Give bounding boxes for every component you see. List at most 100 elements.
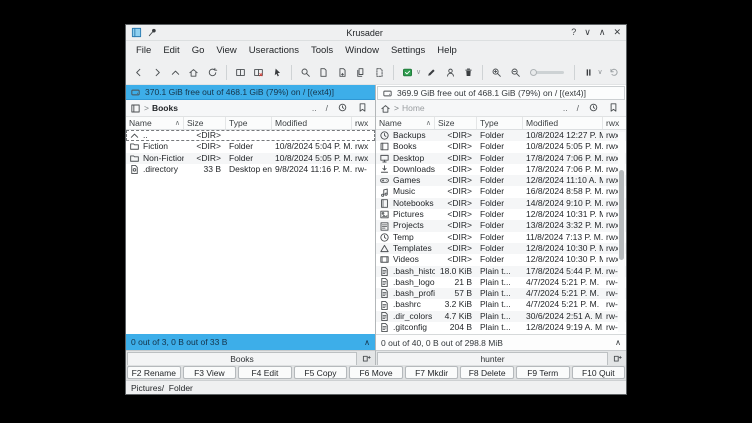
fn-key-f6[interactable]: F6 Move bbox=[349, 366, 403, 379]
column-header-type[interactable]: Type bbox=[477, 117, 523, 129]
menu-window[interactable]: Window bbox=[339, 43, 385, 58]
menu-help[interactable]: Help bbox=[431, 43, 463, 58]
fn-key-f10[interactable]: F10 Quit bbox=[572, 366, 626, 379]
right-status-bar[interactable]: 0 out of 40, 0 B out of 298.8 MiB ∧ bbox=[376, 334, 626, 350]
bookmark-button[interactable] bbox=[354, 102, 371, 115]
fn-key-f3[interactable]: F3 View bbox=[183, 366, 237, 379]
file-row[interactable]: Videos<DIR>Folder12/8/2024 10:30 P. M.rw… bbox=[376, 254, 626, 265]
refresh-button[interactable] bbox=[205, 64, 220, 81]
history-button[interactable] bbox=[585, 102, 602, 115]
fn-key-f9[interactable]: F9 Term bbox=[516, 366, 570, 379]
doc-close-button[interactable] bbox=[371, 64, 386, 81]
zoom-out-button[interactable] bbox=[508, 64, 523, 81]
doc-view-button[interactable] bbox=[316, 64, 331, 81]
scrollbar-thumb[interactable] bbox=[619, 170, 624, 260]
edit-pencil-button[interactable] bbox=[424, 64, 439, 81]
new-tab-button[interactable] bbox=[609, 352, 625, 365]
file-row[interactable]: .bash_history18.0 KiBPlain t...17/8/2024… bbox=[376, 266, 626, 277]
column-header-size[interactable]: Size bbox=[435, 117, 477, 129]
file-row[interactable]: Downloads<DIR>Folder17/8/2024 7:06 P. M.… bbox=[376, 164, 626, 175]
zoom-in-button[interactable] bbox=[489, 64, 504, 81]
user-button[interactable] bbox=[442, 64, 457, 81]
up-button[interactable] bbox=[168, 64, 183, 81]
menu-go[interactable]: Go bbox=[186, 43, 211, 58]
column-header-size[interactable]: Size bbox=[184, 117, 226, 129]
scrollbar[interactable] bbox=[618, 132, 625, 332]
menu-useractions[interactable]: Useractions bbox=[243, 43, 305, 58]
column-header-rwx[interactable]: rwx bbox=[352, 117, 375, 129]
file-row[interactable]: .dir_colors4.7 KiBPlain t...30/6/2024 2:… bbox=[376, 311, 626, 322]
file-row[interactable]: Projects<DIR>Folder13/8/2024 3:32 P. M.r… bbox=[376, 220, 626, 231]
tab-books[interactable]: Books bbox=[127, 352, 357, 365]
file-row[interactable]: Notebooks<DIR>Folder14/8/2024 9:10 P. M.… bbox=[376, 198, 626, 209]
file-row[interactable]: Fiction<DIR>Folder10/8/2024 5:04 P. M.rw… bbox=[126, 141, 375, 152]
file-row[interactable]: .directory33 BDesktop en...9/8/2024 11:1… bbox=[126, 164, 375, 175]
pause-button[interactable] bbox=[581, 64, 596, 81]
tab-hunter[interactable]: hunter bbox=[377, 352, 608, 365]
doc-new-tab-button[interactable] bbox=[335, 64, 350, 81]
home-button[interactable] bbox=[186, 64, 201, 81]
chevron-down-icon[interactable]: ∨ bbox=[416, 68, 421, 76]
file-row[interactable]: Pictures<DIR>Folder12/8/2024 10:31 P. M.… bbox=[376, 209, 626, 220]
maximize-button[interactable]: ∧ bbox=[599, 27, 606, 38]
file-row[interactable]: ..<DIR> bbox=[126, 130, 375, 141]
new-tab-button[interactable] bbox=[358, 352, 374, 365]
column-header-name[interactable]: Name∧ bbox=[376, 117, 435, 129]
minimize-button[interactable]: ∨ bbox=[584, 27, 591, 38]
forward-button[interactable] bbox=[149, 64, 164, 81]
column-header-name[interactable]: Name∧ bbox=[126, 117, 184, 129]
sync-green-button[interactable] bbox=[400, 64, 415, 81]
file-row[interactable]: Non-Fiction<DIR>Folder10/8/2024 5:05 P. … bbox=[126, 153, 375, 164]
back-button[interactable] bbox=[131, 64, 146, 81]
left-media-bar[interactable]: 370.1 GiB free out of 468.1 GiB (79%) on… bbox=[126, 85, 375, 100]
undo-button[interactable] bbox=[606, 64, 621, 81]
file-row[interactable]: Temp<DIR>Folder11/8/2024 7:13 P. M.rwx bbox=[376, 232, 626, 243]
fn-key-f8[interactable]: F8 Delete bbox=[460, 366, 514, 379]
right-breadcrumb[interactable]: Home bbox=[402, 103, 425, 113]
file-row[interactable]: .bash_logout21 BPlain t...4/7/2024 5:21 … bbox=[376, 277, 626, 288]
file-row[interactable]: Music<DIR>Folder16/8/2024 8:58 P. M.rwx bbox=[376, 186, 626, 197]
right-media-bar[interactable]: 369.9 GiB free out of 468.1 GiB (79%) on… bbox=[377, 86, 625, 100]
slider-knob[interactable] bbox=[530, 69, 537, 76]
history-button[interactable] bbox=[334, 102, 351, 115]
chevron-down-icon[interactable]: ∨ bbox=[598, 68, 603, 76]
up-dir-button[interactable]: .. bbox=[309, 103, 320, 113]
left-status-bar[interactable]: 0 out of 3, 0 B out of 33 B ∧ bbox=[126, 334, 375, 350]
menu-tools[interactable]: Tools bbox=[305, 43, 339, 58]
fn-key-f4[interactable]: F4 Edit bbox=[238, 366, 292, 379]
help-button[interactable]: ? bbox=[571, 27, 576, 38]
bookmark-button[interactable] bbox=[605, 102, 622, 115]
file-row[interactable]: Desktop<DIR>Folder17/8/2024 7:06 P. M.rw… bbox=[376, 153, 626, 164]
column-header-modified[interactable]: Modified bbox=[523, 117, 603, 129]
root-dir-button[interactable]: / bbox=[574, 103, 582, 113]
file-row[interactable]: Backups<DIR>Folder10/8/2024 12:27 P. M.r… bbox=[376, 130, 626, 141]
icon-size-slider[interactable] bbox=[530, 71, 564, 74]
file-row[interactable]: .gitconfig204 BPlain t...12/8/2024 9:19 … bbox=[376, 322, 626, 333]
close-button[interactable]: ✕ bbox=[613, 27, 621, 38]
menu-edit[interactable]: Edit bbox=[157, 43, 185, 58]
column-header-rwx[interactable]: rwx bbox=[603, 117, 626, 129]
file-row[interactable]: .bashrc3.2 KiBPlain t...4/7/2024 5:21 P.… bbox=[376, 299, 626, 310]
file-row[interactable]: Books<DIR>Folder10/8/2024 5:05 P. M.rwx bbox=[376, 141, 626, 152]
up-dir-button[interactable]: .. bbox=[560, 103, 571, 113]
doc-duplicate-button[interactable] bbox=[353, 64, 368, 81]
trash-button[interactable] bbox=[461, 64, 476, 81]
root-dir-button[interactable]: / bbox=[323, 103, 331, 113]
fn-key-f7[interactable]: F7 Mkdir bbox=[405, 366, 459, 379]
menu-settings[interactable]: Settings bbox=[385, 43, 431, 58]
search-button[interactable] bbox=[298, 64, 313, 81]
fn-key-f5[interactable]: F5 Copy bbox=[294, 366, 348, 379]
split-equal-button[interactable] bbox=[233, 64, 248, 81]
column-header-type[interactable]: Type bbox=[226, 117, 272, 129]
titlebar[interactable]: Krusader ?∨∧✕ bbox=[126, 25, 626, 41]
menu-file[interactable]: File bbox=[130, 43, 157, 58]
left-breadcrumb[interactable]: Books bbox=[152, 103, 178, 113]
fn-key-f2[interactable]: F2 Rename bbox=[127, 366, 181, 379]
pointer-button[interactable] bbox=[270, 64, 285, 81]
home-icon[interactable] bbox=[380, 103, 391, 114]
column-header-modified[interactable]: Modified bbox=[272, 117, 352, 129]
file-row[interactable]: Games<DIR>Folder12/8/2024 11:10 A. M.rwx bbox=[376, 175, 626, 186]
split-unequal-button[interactable] bbox=[251, 64, 266, 81]
file-row[interactable]: Templates<DIR>Folder12/8/2024 10:30 P. M… bbox=[376, 243, 626, 254]
menu-view[interactable]: View bbox=[210, 43, 242, 58]
